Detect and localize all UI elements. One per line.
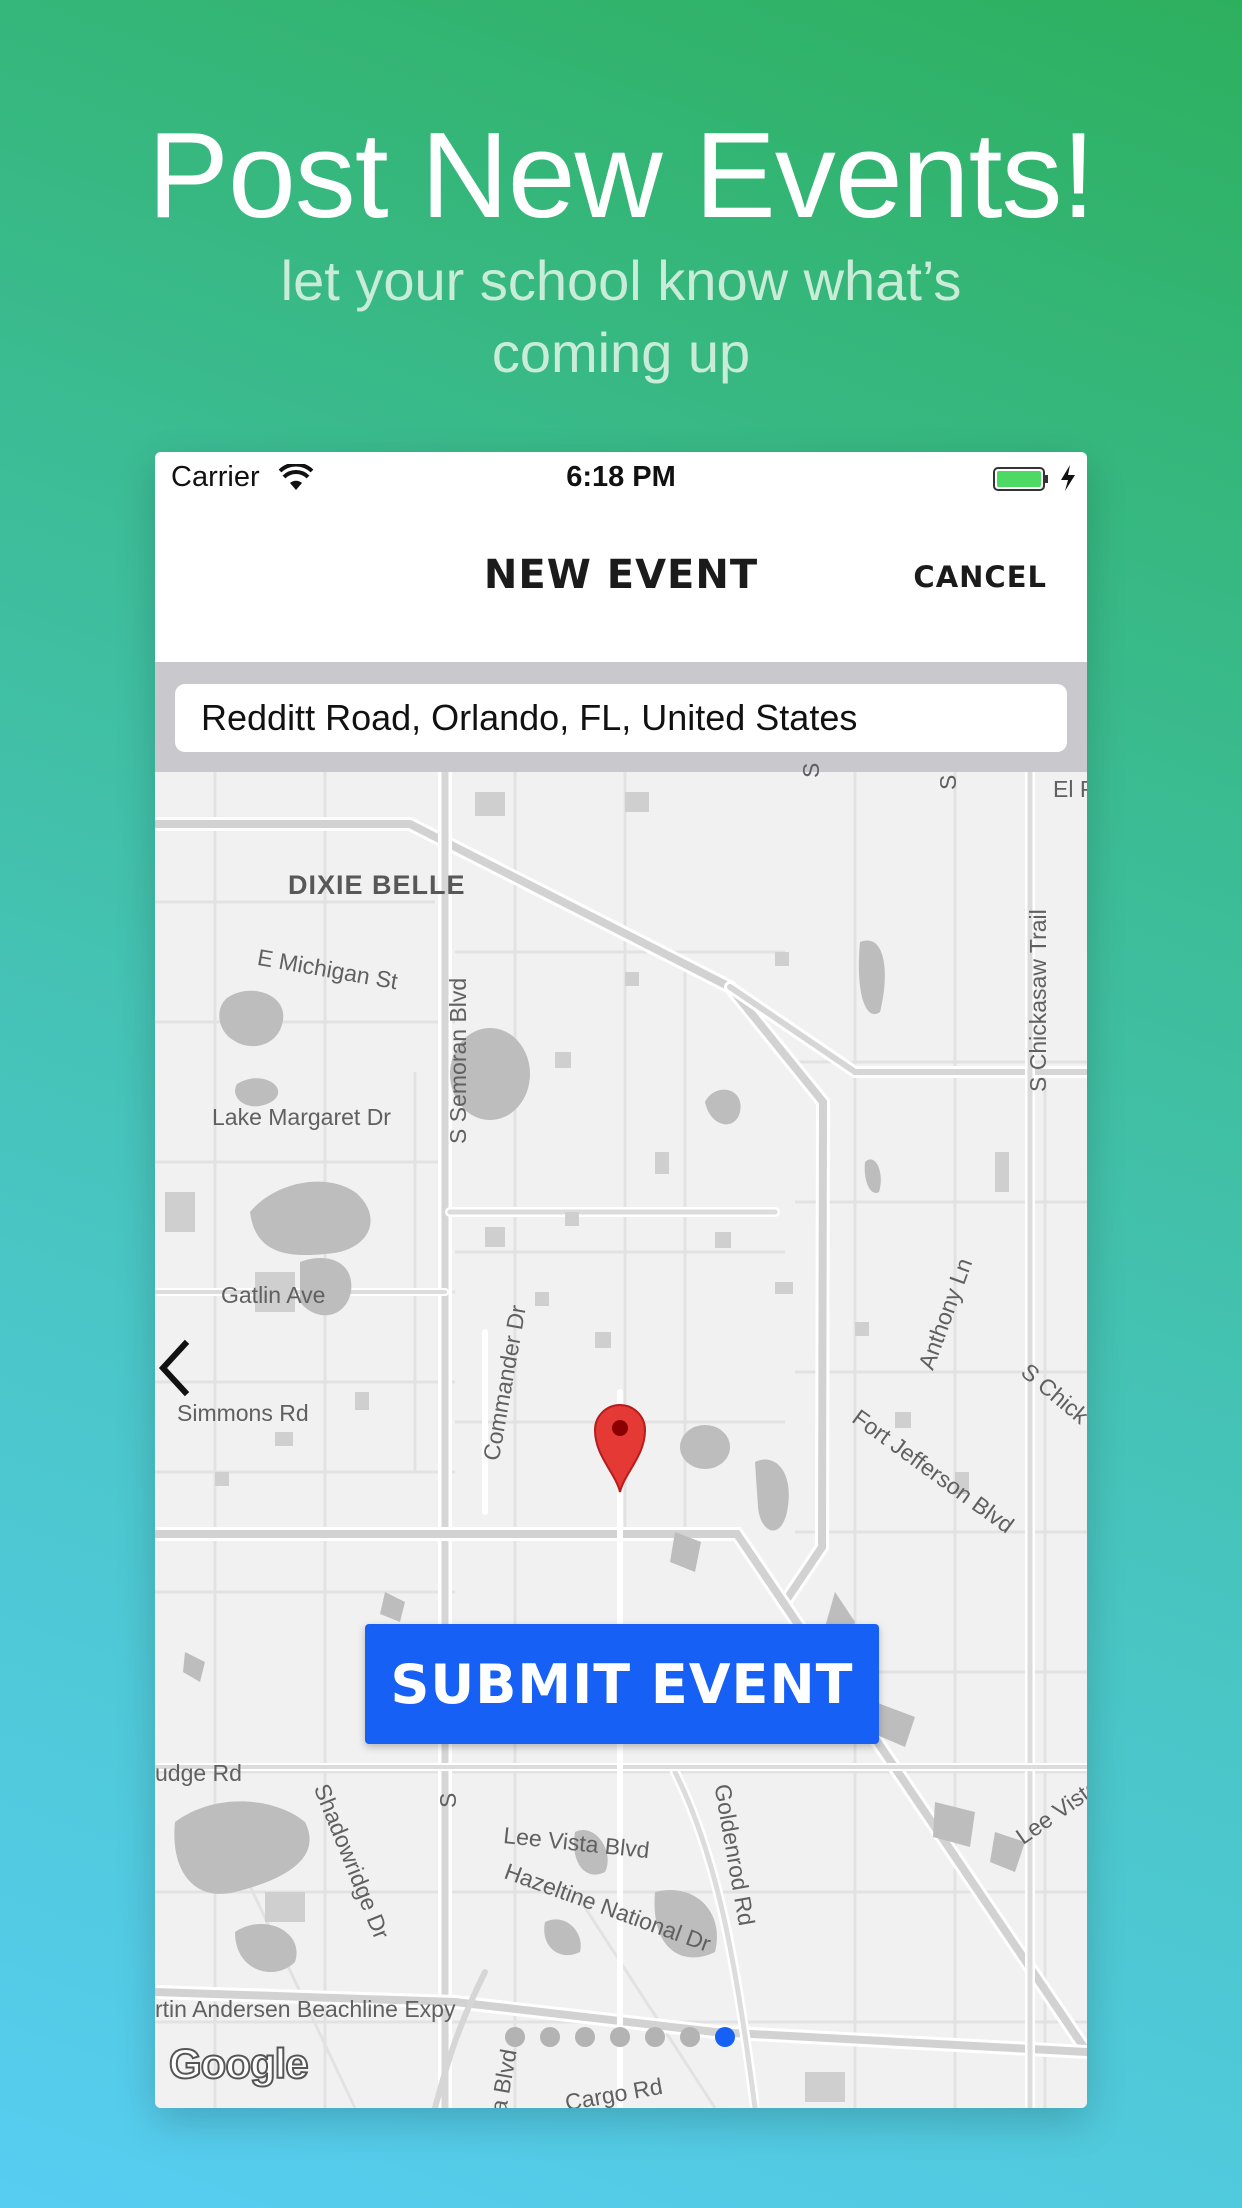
phone-screenshot: Carrier 6:18 PM NEW EVENT CANCEL Redditt… <box>155 452 1087 2108</box>
location-search-bar <box>155 664 1087 772</box>
map-view[interactable]: DIXIE BELLE E Michigan St S Semoran Blvd… <box>155 763 1087 2108</box>
location-pin-icon <box>593 1404 647 1493</box>
location-search-input[interactable] <box>175 684 1067 752</box>
page-indicator <box>505 2027 745 2049</box>
page-dot <box>645 2027 665 2047</box>
map-label-chickasaw: S Chickasaw Trail <box>1025 909 1051 1092</box>
map-label-beachline: rtin Andersen Beachline Expy <box>155 1996 456 2022</box>
charging-bolt-icon <box>1061 465 1075 491</box>
map-label-s-mid: S <box>435 1792 461 1808</box>
map-label-semoran: S Semoran Blvd <box>445 977 471 1144</box>
submit-event-button[interactable]: SUBMIT EVENT <box>365 1624 879 1744</box>
map-label-lake-margaret: Lake Margaret Dr <box>212 1104 391 1130</box>
page-dot <box>505 2027 525 2047</box>
headline: Post New Events! <box>147 107 1096 243</box>
page-dot <box>575 2027 595 2047</box>
back-chevron-icon[interactable] <box>155 1338 195 1398</box>
cancel-button[interactable]: CANCEL <box>913 560 1047 594</box>
battery-icon <box>993 467 1048 491</box>
map-label-s-top2: S <box>935 774 961 790</box>
page-dot <box>680 2027 700 2047</box>
map-label-dixie-belle: DIXIE BELLE <box>288 870 466 900</box>
navigation-bar: NEW EVENT CANCEL <box>155 504 1087 664</box>
status-bar: Carrier 6:18 PM <box>155 452 1087 504</box>
map-label-el-p: El P <box>1053 776 1087 802</box>
page-dot <box>610 2027 630 2047</box>
map-label-simmons: Simmons Rd <box>177 1400 309 1426</box>
page-dot <box>540 2027 560 2047</box>
map-label-gatlin: Gatlin Ave <box>221 1282 326 1308</box>
map-label-judge: udge Rd <box>155 1760 242 1786</box>
subline: let your school know what’s coming up <box>280 249 962 384</box>
map-label-s-top1: S <box>798 762 824 778</box>
page-dot-active <box>715 2027 735 2047</box>
google-logo: Google <box>168 2039 310 2088</box>
status-time: 6:18 PM <box>566 461 676 493</box>
